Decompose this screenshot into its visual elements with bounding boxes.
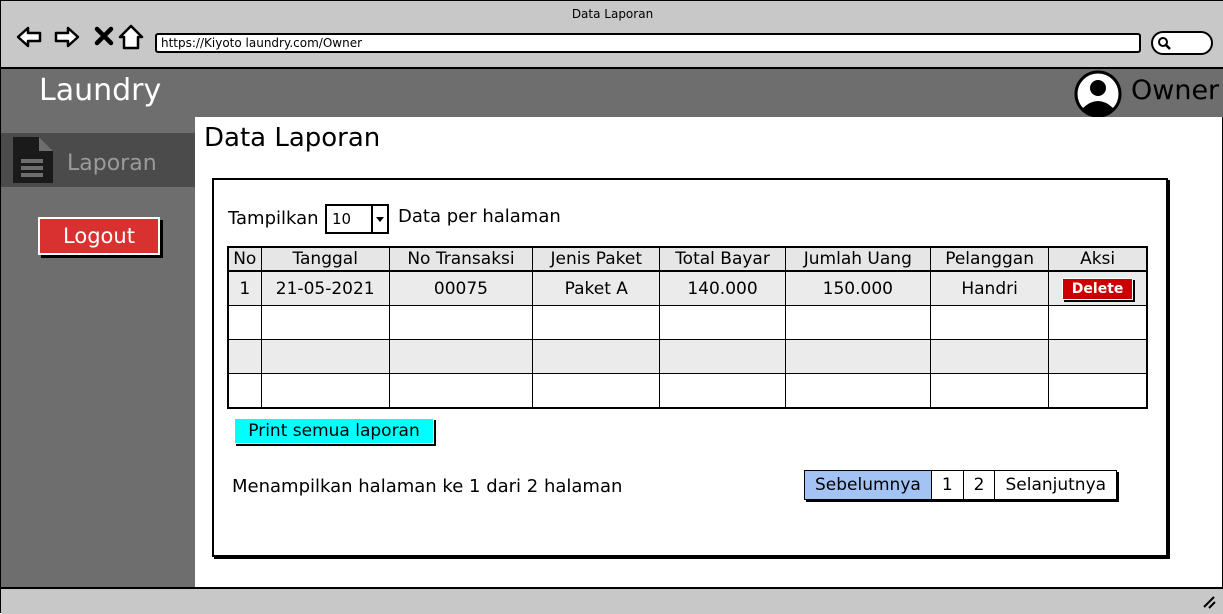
table-cell <box>929 305 1050 340</box>
prev-page-button[interactable]: Sebelumnya <box>805 471 932 499</box>
resize-handle-icon[interactable] <box>1202 595 1216 609</box>
table-cell <box>929 373 1050 409</box>
search-icon <box>1158 37 1171 50</box>
table-cell <box>659 339 786 374</box>
column-header[interactable]: No Transaksi <box>388 246 534 272</box>
table-cell: Handri <box>929 270 1050 306</box>
show-label: Tampilkan <box>228 208 319 229</box>
table-cell <box>1048 373 1148 409</box>
column-header[interactable]: Jumlah Uang <box>784 246 931 272</box>
column-header[interactable]: Jenis Paket <box>532 246 661 272</box>
table-cell: Paket A <box>532 270 661 306</box>
table-cell: 1 <box>227 270 262 306</box>
browser-window: Data Laporan https://Kiyoto laundry.com/… <box>0 0 1223 614</box>
table-cell <box>929 339 1050 374</box>
table-cell <box>388 373 534 409</box>
close-icon[interactable] <box>91 23 119 51</box>
browser-search-box[interactable] <box>1151 31 1213 55</box>
table-cell <box>227 339 262 374</box>
table-header-row: No Tanggal No Transaksi Jenis Paket Tota… <box>227 246 1148 272</box>
table-cell <box>659 373 786 409</box>
table-cell <box>260 339 390 374</box>
table-cell <box>784 305 931 340</box>
column-header[interactable]: Pelanggan <box>929 246 1050 272</box>
table-cell: 00075 <box>388 270 534 306</box>
user-label[interactable]: Owner <box>1131 75 1219 106</box>
table-cell <box>260 373 390 409</box>
page-size-value: 10 <box>332 210 352 228</box>
page-number-1[interactable]: 1 <box>931 471 964 499</box>
table-cell <box>260 305 390 340</box>
back-icon[interactable] <box>15 23 43 51</box>
table-cell <box>227 373 262 409</box>
table-cell <box>388 305 534 340</box>
logout-button[interactable]: Logout <box>38 217 160 255</box>
table-cell <box>532 305 661 340</box>
delete-button[interactable]: Delete <box>1061 277 1134 300</box>
page-info-text: Menampilkan halaman ke 1 dari 2 halaman <box>232 476 623 497</box>
table-cell <box>532 339 661 374</box>
report-table: No Tanggal No Transaksi Jenis Paket Tota… <box>227 246 1148 409</box>
per-page-label: Data per halaman <box>398 206 561 227</box>
browser-titlebar: Data Laporan https://Kiyoto laundry.com/… <box>1 1 1223 69</box>
table-cell: 150.000 <box>784 270 931 306</box>
table-cell <box>1048 339 1148 374</box>
page-title: Data Laporan <box>204 123 381 153</box>
app-title: Laundry <box>39 73 162 108</box>
table-cell <box>784 373 931 409</box>
next-page-button[interactable]: Selanjutnya <box>995 471 1117 499</box>
table-cell <box>388 339 534 374</box>
sidebar-item-label: Laporan <box>67 151 157 176</box>
table-cell <box>227 305 262 340</box>
forward-icon[interactable] <box>53 23 81 51</box>
table-cell <box>659 305 786 340</box>
user-avatar-icon[interactable] <box>1073 70 1123 118</box>
column-header[interactable]: Total Bayar <box>659 246 786 272</box>
table-cell: 140.000 <box>659 270 786 306</box>
table-cell <box>1048 305 1148 340</box>
document-icon <box>13 137 53 183</box>
window-title: Data Laporan <box>571 7 654 21</box>
pagination: Sebelumnya 1 2 Selanjutnya <box>804 470 1118 500</box>
page-size-select[interactable]: 10 <box>325 204 389 234</box>
action-cell: Delete <box>1048 270 1148 306</box>
table-row <box>227 305 1148 340</box>
table-row: 1 21-05-2021 00075 Paket A 140.000 150.0… <box>227 270 1148 306</box>
print-all-button[interactable]: Print semua laporan <box>234 418 434 444</box>
main-content: Data Laporan Tampilkan 10 Data per halam… <box>195 117 1222 587</box>
column-header[interactable]: Aksi <box>1048 246 1148 272</box>
app-header: Laundry Owner <box>1 69 1223 118</box>
sidebar: Laporan Logout <box>1 117 195 587</box>
browser-statusbar <box>1 587 1223 614</box>
report-panel: Tampilkan 10 Data per halaman No Tanggal… <box>212 178 1168 557</box>
table-cell <box>784 339 931 374</box>
table-cell <box>532 373 661 409</box>
page-number-2[interactable]: 2 <box>963 471 996 499</box>
sidebar-item-laporan[interactable]: Laporan <box>1 133 195 187</box>
home-icon[interactable] <box>117 23 145 51</box>
column-header[interactable]: No <box>227 246 262 272</box>
table-row <box>227 339 1148 374</box>
table-cell: 21-05-2021 <box>260 270 390 306</box>
chevron-down-icon[interactable] <box>371 206 387 232</box>
table-row <box>227 373 1148 409</box>
column-header[interactable]: Tanggal <box>260 246 390 272</box>
url-bar[interactable]: https://Kiyoto laundry.com/Owner <box>155 33 1141 53</box>
